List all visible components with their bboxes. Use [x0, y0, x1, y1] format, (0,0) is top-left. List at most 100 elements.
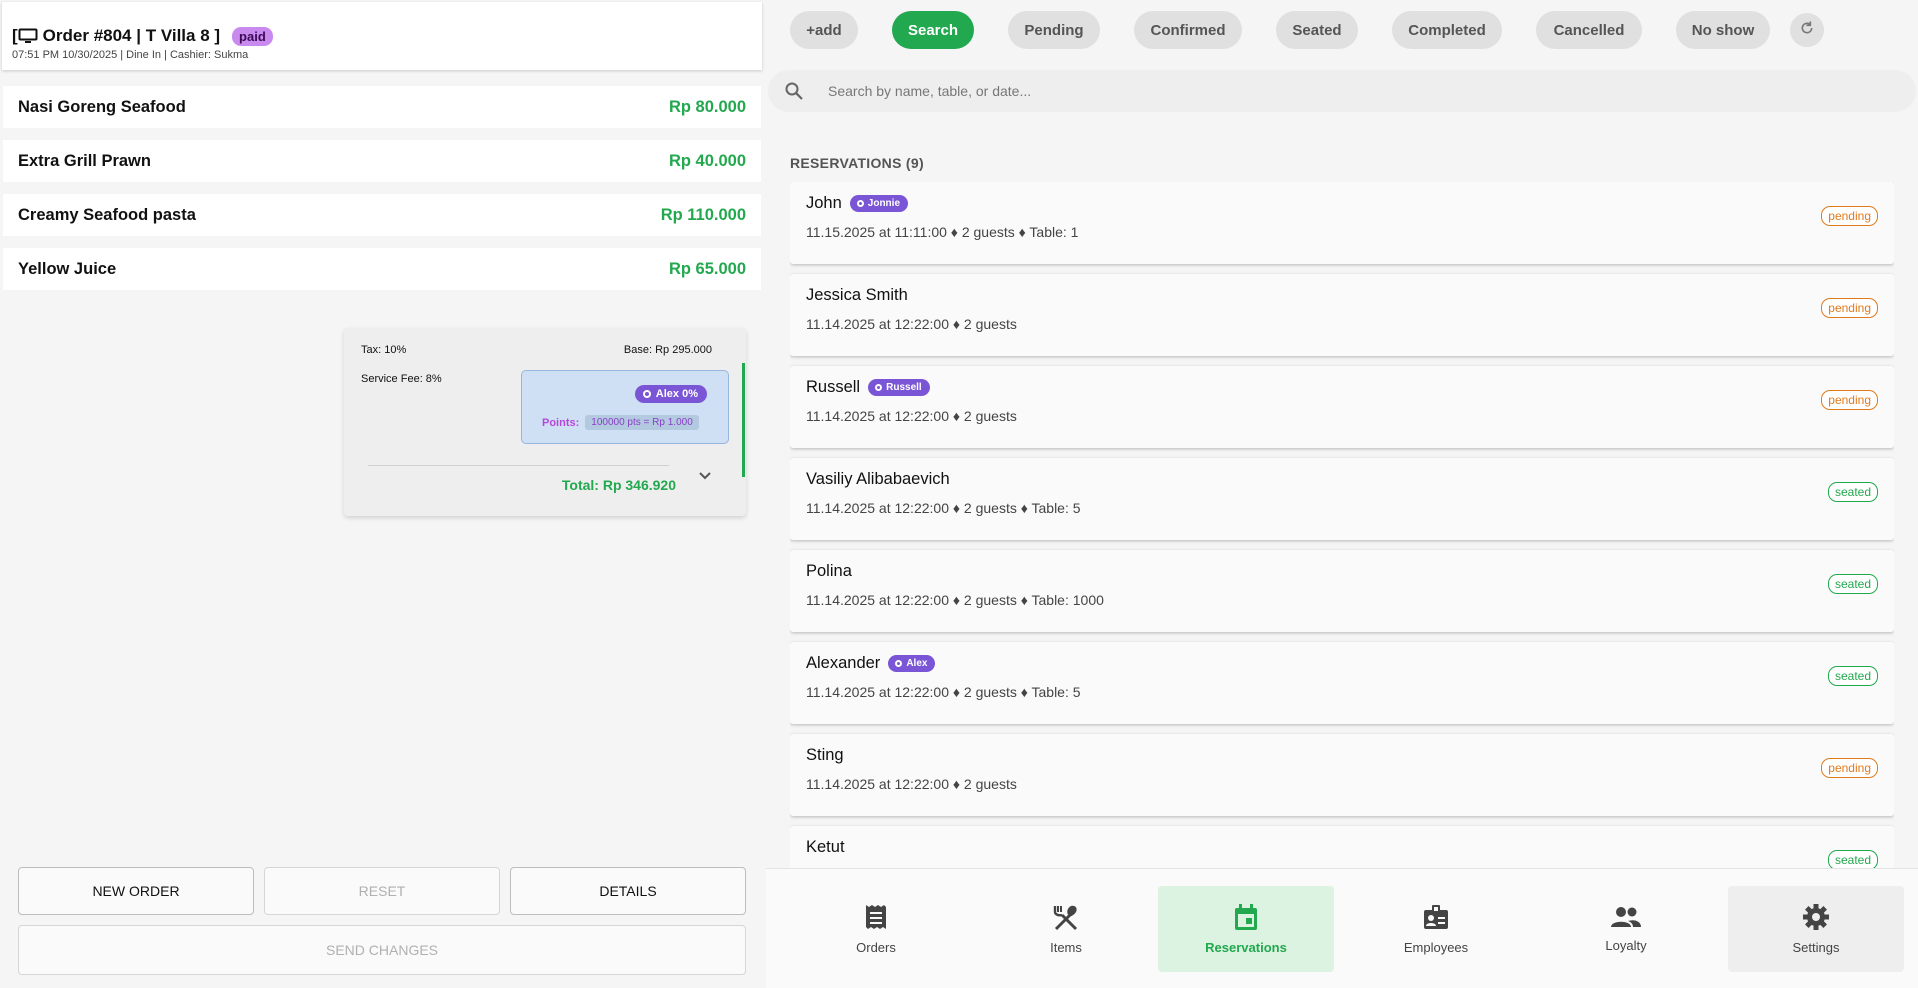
points-label: Points:: [542, 416, 580, 429]
order-item[interactable]: Yellow Juice Rp 65.000: [3, 248, 761, 290]
filter-search[interactable]: Search: [892, 11, 974, 49]
nav-items[interactable]: Items: [978, 886, 1154, 972]
loyalty-tag: Jonnie: [849, 195, 909, 212]
nav-employees[interactable]: Employees: [1348, 886, 1524, 972]
nav-orders-label: Orders: [856, 940, 896, 955]
loyalty-dot-icon: [856, 200, 864, 207]
filter-cancelled[interactable]: Cancelled: [1536, 11, 1642, 49]
item-price: Rp 80.000: [668, 97, 746, 116]
nav-reservations[interactable]: Reservations: [1158, 886, 1334, 972]
order-item[interactable]: Extra Grill Prawn Rp 40.000: [3, 140, 761, 182]
order-panel: [ Order #804 | T Villa 8 ] paid 07:51 PM…: [0, 0, 766, 988]
search-icon: [784, 81, 804, 106]
nav-settings[interactable]: Settings: [1728, 886, 1904, 972]
order-item[interactable]: Creamy Seafood pasta Rp 110.000: [3, 194, 761, 236]
order-meta: 07:51 PM 10/30/2025 | Dine In | Cashier:…: [12, 49, 249, 61]
status-badge: seated: [1827, 574, 1878, 594]
add-reservation-button[interactable]: +add: [790, 11, 858, 49]
item-price: Rp 110.000: [660, 205, 746, 224]
nav-settings-label: Settings: [1792, 940, 1840, 955]
reservation-name: Ketut: [806, 838, 845, 856]
reservation-details: 11.14.2025 at 12:22:00 ♦ 2 guests ♦ Tabl…: [806, 500, 1081, 516]
reservations-panel: +add Search Pending Confirmed Seated Com…: [766, 0, 1918, 988]
refresh-button[interactable]: [1790, 13, 1824, 47]
reservation-name: Vasiliy Alibabaevich: [806, 470, 950, 488]
refresh-icon: [1799, 20, 1815, 41]
chevron-down-icon[interactable]: [698, 471, 712, 484]
reservation-details: 11.14.2025 at 12:22:00 ♦ 2 guests ♦ Tabl…: [806, 592, 1104, 608]
nav-orders[interactable]: Orders: [788, 886, 964, 972]
reset-button[interactable]: RESET: [264, 867, 500, 915]
reservations-list: John Jonnie 11.15.2025 at 11:11:00 ♦ 2 g…: [790, 182, 1894, 868]
item-price: Rp 65.000: [668, 259, 746, 278]
loyalty-chip-label: Alex 0%: [655, 388, 698, 400]
reservation-card[interactable]: Polina 11.14.2025 at 12:22:00 ♦ 2 guests…: [790, 550, 1894, 632]
tax-label: Tax: 10%: [361, 344, 407, 356]
search-input[interactable]: [826, 80, 1626, 102]
loyalty-tag-label: Jonnie: [867, 198, 901, 209]
status-badge: pending: [1821, 206, 1878, 226]
loyalty-dot-icon: [642, 390, 651, 398]
service-fee-label: Service Fee: 8%: [361, 373, 442, 385]
item-name: Extra Grill Prawn: [18, 151, 151, 170]
nav-loyalty-label: Loyalty: [1605, 938, 1647, 953]
loyalty-dot-icon: [875, 384, 883, 391]
send-changes-button[interactable]: SEND CHANGES: [18, 925, 746, 975]
loyalty-tag-label: Russell: [886, 382, 922, 393]
reservation-details: 11.14.2025 at 12:22:00 ♦ 2 guests ♦ Tabl…: [806, 684, 1081, 700]
reservations-heading: RESERVATIONS (9): [790, 155, 924, 171]
loyalty-tag-label: Alex: [906, 658, 928, 669]
reservation-name: Jessica Smith: [806, 286, 908, 304]
order-total: Total: Rp 346.920: [561, 477, 676, 493]
search-bar: [768, 70, 1916, 112]
base-label: Base: Rp 295.000: [623, 344, 712, 356]
filter-seated[interactable]: Seated: [1276, 11, 1358, 49]
reservation-card[interactable]: Ketut seated: [790, 826, 1894, 868]
nav-loyalty[interactable]: Loyalty: [1538, 886, 1714, 972]
status-badge: seated: [1827, 482, 1878, 502]
reservation-name: Russell: [806, 378, 861, 396]
reservation-card[interactable]: John Jonnie 11.15.2025 at 11:11:00 ♦ 2 g…: [790, 182, 1894, 264]
filter-pending[interactable]: Pending: [1008, 11, 1100, 49]
status-badge: seated: [1827, 666, 1878, 686]
order-header: [ Order #804 | T Villa 8 ] paid 07:51 PM…: [2, 2, 762, 70]
nav-reservations-label: Reservations: [1205, 940, 1287, 955]
filter-completed[interactable]: Completed: [1392, 11, 1502, 49]
reservation-name: John: [806, 194, 842, 212]
item-name: Creamy Seafood pasta: [18, 205, 196, 224]
order-items-list: Nasi Goreng Seafood Rp 80.000 Extra Gril…: [3, 86, 761, 302]
reservation-card[interactable]: Alexander Alex 11.14.2025 at 12:22:00 ♦ …: [790, 642, 1894, 724]
loyalty-chip[interactable]: Alex 0%: [634, 385, 707, 403]
loyalty-tag: Alex: [888, 655, 936, 672]
gear-icon: [1802, 903, 1830, 934]
receipt-icon: [863, 903, 889, 934]
item-name: Nasi Goreng Seafood: [18, 97, 186, 116]
item-price: Rp 40.000: [668, 151, 746, 170]
badge-icon: [1422, 903, 1450, 934]
bottom-nav: Orders Items Reservations Employees Loya…: [766, 868, 1918, 988]
reservation-details: 11.14.2025 at 12:22:00 ♦ 2 guests: [806, 776, 1017, 792]
reservation-details: 11.14.2025 at 12:22:00 ♦ 2 guests: [806, 408, 1017, 424]
reservation-card[interactable]: Russell Russell 11.14.2025 at 12:22:00 ♦…: [790, 366, 1894, 448]
new-order-button[interactable]: NEW ORDER: [18, 867, 254, 915]
points-value: 100000 pts = Rp 1.000: [585, 415, 699, 430]
reservation-details: 11.15.2025 at 11:11:00 ♦ 2 guests ♦ Tabl…: [806, 224, 1079, 240]
filter-confirmed[interactable]: Confirmed: [1134, 11, 1242, 49]
fork-knife-icon: [1052, 903, 1080, 934]
order-title-wrap: [ Order #804 | T Villa 8 ]: [12, 26, 221, 45]
reservation-name: Alexander: [806, 654, 881, 672]
calendar-icon: [1233, 903, 1259, 934]
paid-badge: paid: [232, 26, 273, 46]
loyalty-tag: Russell: [868, 379, 930, 396]
order-item[interactable]: Nasi Goreng Seafood Rp 80.000: [3, 86, 761, 128]
reservation-card[interactable]: Sting 11.14.2025 at 12:22:00 ♦ 2 guests …: [790, 734, 1894, 816]
order-title: Order #804 | T Villa 8 ]: [42, 26, 221, 45]
reservation-card[interactable]: Jessica Smith 11.14.2025 at 12:22:00 ♦ 2…: [790, 274, 1894, 356]
reservation-name: Sting: [806, 746, 844, 764]
details-button[interactable]: DETAILS: [510, 867, 746, 915]
filter-no-show[interactable]: No show: [1676, 11, 1770, 49]
loyalty-card[interactable]: Alex 0% Points: 100000 pts = Rp 1.000: [521, 370, 729, 444]
status-badge: pending: [1821, 390, 1878, 410]
summary-accent-bar: [742, 363, 745, 477]
reservation-card[interactable]: Vasiliy Alibabaevich 11.14.2025 at 12:22…: [790, 458, 1894, 540]
